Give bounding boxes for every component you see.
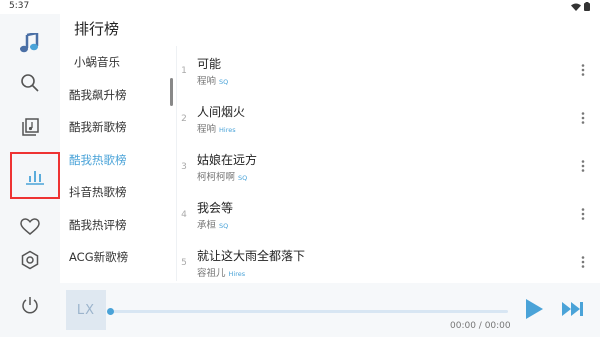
song-row[interactable]: 5 就让这大雨全都落下 容祖儿 Hires [177, 240, 600, 288]
player-bar: LX 00:00 / 00:00 [60, 283, 600, 337]
status-bar: 5:37 [0, 0, 600, 14]
status-icons [571, 2, 590, 11]
play-icon [524, 298, 544, 324]
power-icon [20, 295, 40, 315]
music-note-logo-icon [19, 33, 41, 55]
song-artist: 柯柯柯啊 [197, 172, 236, 183]
song-number: 1 [181, 66, 187, 76]
board-item-acg-new[interactable]: ACG新歌榜 [60, 241, 168, 273]
playback-time: 00:00 / 00:00 [450, 321, 511, 331]
song-artist: 程响 [197, 124, 217, 135]
song-number: 2 [181, 114, 187, 124]
song-artist: 承桓 [197, 220, 217, 231]
next-button[interactable] [560, 301, 586, 321]
nav-search[interactable] [8, 63, 52, 103]
nav-rail [0, 14, 60, 337]
song-artist-line: 程响 Hires [197, 121, 236, 135]
song-title: 可能 [197, 57, 222, 71]
more-options-button[interactable] [575, 60, 591, 80]
song-row[interactable]: 2 人间烟火 程响 Hires [177, 96, 600, 144]
battery-icon [584, 2, 590, 11]
more-options-button[interactable] [575, 252, 591, 272]
progress-handle[interactable] [107, 308, 114, 315]
song-row[interactable]: 4 我会等 承桓 SQ [177, 192, 600, 240]
cover-placeholder-text: LX [76, 302, 96, 318]
search-icon [20, 73, 40, 93]
board-item-kuwo-comments[interactable]: 酷我热评榜 [60, 209, 168, 241]
quality-badge: Hires [219, 126, 236, 134]
quality-badge: SQ [238, 174, 248, 182]
song-number: 5 [181, 258, 187, 268]
quality-badge: SQ [219, 78, 229, 86]
album-cover[interactable]: LX [66, 290, 106, 330]
song-title: 就让这大雨全都落下 [197, 249, 306, 263]
song-artist-line: 程响 SQ [197, 73, 228, 87]
song-artist: 容祖儿 [197, 268, 226, 279]
quality-badge: Hires [228, 270, 246, 278]
heart-icon [20, 218, 40, 236]
more-vertical-icon [581, 157, 585, 176]
progress-bar[interactable] [110, 310, 508, 313]
more-vertical-icon [581, 61, 585, 80]
play-button[interactable] [522, 299, 546, 323]
leaderboard-icon [25, 167, 45, 185]
song-row[interactable]: 1 可能 程响 SQ [177, 48, 600, 96]
song-artist: 程响 [197, 76, 217, 87]
song-artist-line: 容祖儿 Hires [197, 265, 245, 279]
board-list-scrollbar[interactable] [170, 78, 173, 106]
song-row[interactable]: 3 姑娘在远方 柯柯柯啊 SQ [177, 144, 600, 192]
skip-next-icon [561, 301, 585, 321]
board-item-douyin-hot[interactable]: 抖音热歌榜 [60, 176, 168, 208]
board-item-kuwo-hot[interactable]: 酷我热歌榜 [60, 144, 168, 176]
settings-hexagon-icon [20, 250, 40, 270]
board-item-kuwo-soaring[interactable]: 酷我飙升榜 [60, 79, 168, 111]
quality-badge: SQ [219, 222, 229, 230]
song-title: 姑娘在远方 [197, 153, 258, 167]
song-number: 3 [181, 162, 187, 172]
status-time: 5:37 [9, 1, 30, 11]
board-item-kuwo-new[interactable]: 酷我新歌榜 [60, 111, 168, 143]
nav-song-list[interactable] [8, 107, 52, 147]
more-options-button[interactable] [575, 204, 591, 224]
nav-leaderboard[interactable] [10, 152, 60, 199]
song-title: 我会等 [197, 201, 234, 215]
board-item-xiaowo[interactable]: 小蜗音乐 [60, 46, 168, 78]
song-list-icon [20, 117, 40, 137]
more-options-button[interactable] [575, 108, 591, 128]
page-title: 排行榜 [74, 20, 120, 38]
nav-settings[interactable] [8, 240, 52, 280]
song-title: 人间烟火 [197, 105, 246, 119]
song-list: 1 可能 程响 SQ 2 人间烟火 程响 Hires 3 姑娘在远方 柯柯柯啊 … [177, 46, 600, 281]
wifi-icon [571, 3, 581, 11]
board-list: 小蜗音乐 酷我飙升榜 酷我新歌榜 酷我热歌榜 抖音热歌榜 酷我热评榜 ACG新歌… [60, 46, 175, 281]
more-vertical-icon [581, 253, 585, 272]
nav-exit[interactable] [8, 285, 52, 325]
app-logo[interactable] [8, 24, 52, 64]
song-artist-line: 柯柯柯啊 SQ [197, 169, 247, 183]
more-options-button[interactable] [575, 156, 591, 176]
more-vertical-icon [581, 109, 585, 128]
song-artist-line: 承桓 SQ [197, 217, 228, 231]
more-vertical-icon [581, 205, 585, 224]
song-number: 4 [181, 210, 187, 220]
